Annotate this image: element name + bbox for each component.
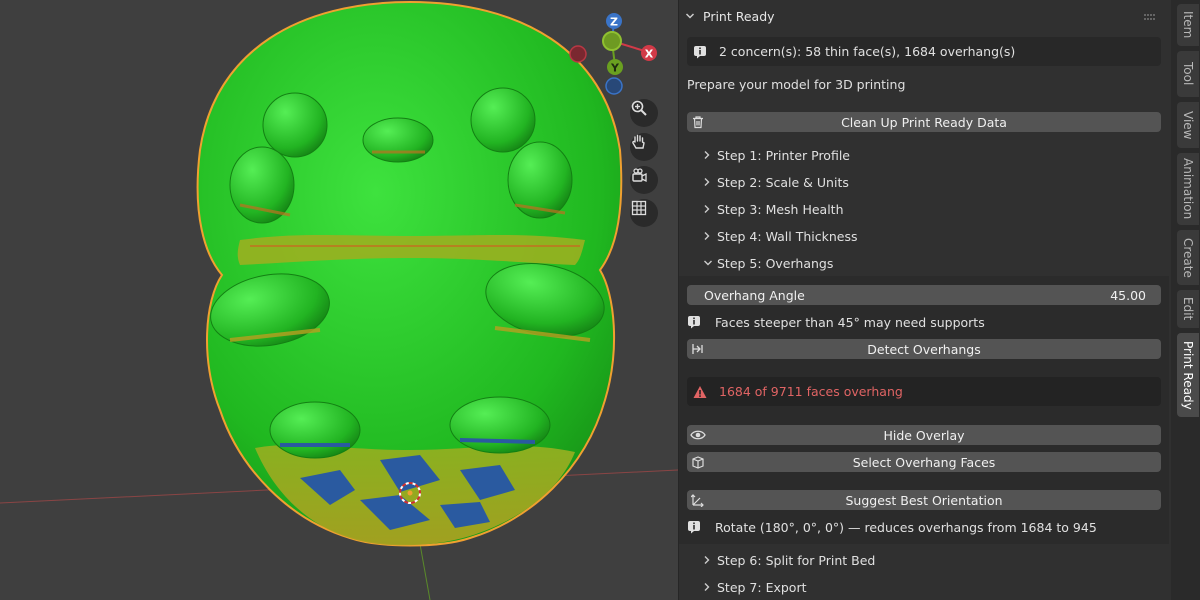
hide-overlay-button[interactable]: Hide Overlay	[687, 425, 1161, 445]
tab-label: Create	[1181, 237, 1195, 278]
chevron-right-icon	[703, 150, 717, 160]
tab-label: View	[1181, 110, 1195, 140]
overhang-info-row: Faces steeper than 45° may need supports	[687, 312, 1161, 332]
overhang-angle-label: Overhang Angle	[704, 287, 805, 303]
suggest-orientation-button[interactable]: Suggest Best Orientation	[687, 490, 1161, 510]
select-overhang-faces-label: Select Overhang Faces	[852, 454, 996, 470]
detect-icon	[687, 342, 709, 356]
detect-overhangs-button[interactable]: Detect Overhangs	[687, 339, 1161, 359]
step-label: Step 3: Mesh Health	[717, 201, 844, 217]
chevron-right-icon	[703, 177, 717, 187]
concerns-row: 2 concern(s): 58 thin face(s), 1684 over…	[687, 37, 1161, 66]
gizmo-y-label: Y	[610, 62, 620, 75]
tab-label: Tool	[1181, 62, 1195, 86]
step-label: Step 5: Overhangs	[717, 255, 834, 271]
gizmo-x-label: X	[645, 48, 654, 61]
panel-subtitle: Prepare your model for 3D printing	[687, 76, 906, 92]
zoom-icon[interactable]	[630, 99, 658, 127]
sidebar-tabs: Item Tool View Animation Create Edit Pri…	[1171, 0, 1200, 600]
clean-up-label: Clean Up Print Ready Data	[841, 114, 1007, 130]
chevron-right-icon	[703, 231, 717, 241]
eye-icon	[687, 429, 709, 441]
warning-icon	[693, 385, 713, 399]
tab-label: Edit	[1181, 297, 1195, 321]
grid-icon[interactable]	[630, 199, 658, 227]
step-2-scale-units[interactable]: Step 2: Scale & Units	[703, 171, 849, 193]
info-icon	[693, 45, 713, 59]
tab-label: Animation	[1181, 158, 1195, 220]
step-1-printer-profile[interactable]: Step 1: Printer Profile	[703, 144, 850, 166]
drag-handle-icon[interactable]	[1143, 9, 1157, 24]
suggest-orientation-label: Suggest Best Orientation	[845, 492, 1003, 508]
tab-animation[interactable]: Animation	[1177, 153, 1199, 225]
detect-overhangs-label: Detect Overhangs	[867, 341, 981, 357]
step-7-export[interactable]: Step 7: Export	[703, 576, 807, 598]
clean-up-button[interactable]: Clean Up Print Ready Data	[687, 112, 1161, 132]
chevron-down-icon	[685, 9, 697, 24]
hand-icon[interactable]	[630, 133, 658, 161]
step-label: Step 1: Printer Profile	[717, 147, 850, 163]
camera-icon[interactable]	[630, 166, 658, 194]
tab-print-ready[interactable]: Print Ready	[1177, 333, 1199, 417]
tab-edit[interactable]: Edit	[1177, 290, 1199, 328]
suggestion-row: Rotate (180°, 0°, 0°) — reduces overhang…	[687, 517, 1161, 537]
select-overhang-faces-button[interactable]: Select Overhang Faces	[687, 452, 1161, 472]
tab-create[interactable]: Create	[1177, 230, 1199, 285]
tab-item[interactable]: Item	[1177, 4, 1199, 46]
concerns-text: 2 concern(s): 58 thin face(s), 1684 over…	[719, 44, 1016, 59]
overhang-warning-text: 1684 of 9711 faces overhang	[719, 384, 903, 399]
chevron-down-icon	[703, 258, 717, 268]
overhang-warning-row: 1684 of 9711 faces overhang	[687, 377, 1161, 406]
tab-label: Item	[1181, 11, 1195, 39]
panel-title: Print Ready	[703, 8, 775, 24]
cube-icon	[687, 455, 709, 469]
step-3-mesh-health[interactable]: Step 3: Mesh Health	[703, 198, 844, 220]
step-label: Step 4: Wall Thickness	[717, 228, 858, 244]
step-label: Step 7: Export	[717, 579, 807, 595]
step-4-wall-thickness[interactable]: Step 4: Wall Thickness	[703, 225, 858, 247]
overhang-angle-value: 45.00	[1110, 287, 1146, 303]
trash-icon	[687, 115, 709, 129]
print-ready-panel: Print Ready 2 concern(s): 58 thin face(s…	[678, 0, 1171, 600]
overhang-info-text: Faces steeper than 45° may need supports	[715, 314, 985, 330]
chevron-right-icon	[703, 555, 717, 565]
suggestion-text: Rotate (180°, 0°, 0°) — reduces overhang…	[715, 519, 1097, 535]
chevron-right-icon	[703, 204, 717, 214]
step-6-split-for-print-bed[interactable]: Step 6: Split for Print Bed	[703, 549, 875, 571]
panel-header[interactable]: Print Ready	[679, 4, 1169, 28]
tab-view[interactable]: View	[1177, 102, 1199, 148]
step-5-overhangs[interactable]: Step 5: Overhangs	[703, 252, 833, 274]
3d-viewport[interactable]: Z X Y	[0, 0, 678, 600]
info-icon	[687, 315, 707, 329]
step-label: Step 2: Scale & Units	[717, 174, 849, 190]
orientation-icon	[687, 493, 709, 507]
chevron-right-icon	[703, 582, 717, 592]
step-label: Step 6: Split for Print Bed	[717, 552, 876, 568]
tab-tool[interactable]: Tool	[1177, 51, 1199, 97]
hide-overlay-label: Hide Overlay	[883, 427, 965, 443]
info-icon	[687, 520, 707, 534]
gizmo-z-label: Z	[610, 16, 618, 29]
tab-label: Print Ready	[1181, 340, 1195, 410]
overhang-angle-field[interactable]: Overhang Angle 45.00	[687, 285, 1161, 305]
model-mesh	[196, 0, 623, 547]
viewport-canvas: Z X Y	[0, 0, 678, 600]
